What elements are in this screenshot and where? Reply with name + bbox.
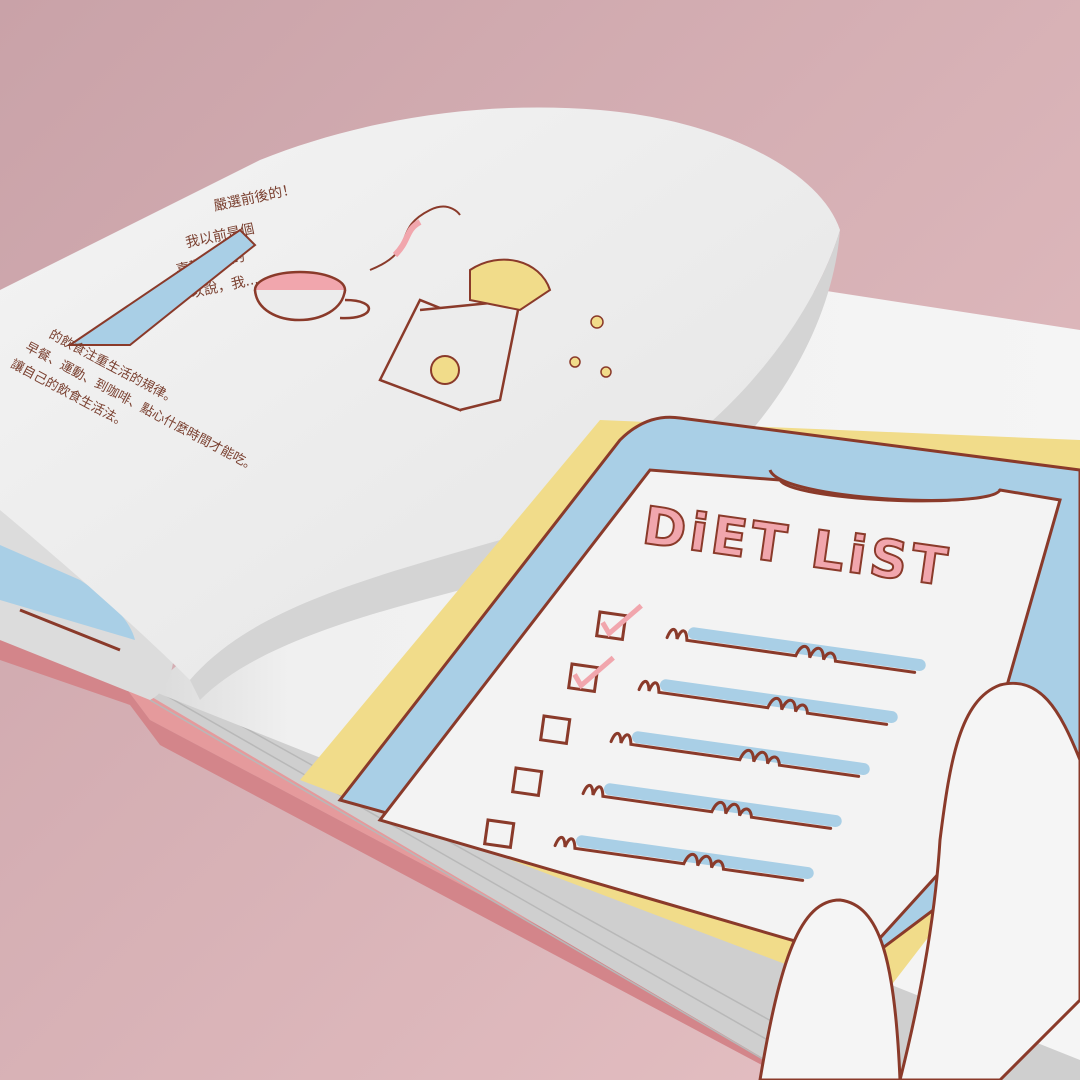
crumb xyxy=(600,366,612,378)
checkbox-unchecked xyxy=(510,766,544,798)
open-book-scene: 嚴選前後的！ 我以前是個 喜歡早餐的 可以說，我... 的飲食注重生活的規律。 … xyxy=(0,0,1080,1080)
crumb xyxy=(569,356,581,368)
checkbox-unchecked xyxy=(482,818,516,850)
checkbox-unchecked xyxy=(538,714,572,746)
crumb xyxy=(590,315,604,329)
